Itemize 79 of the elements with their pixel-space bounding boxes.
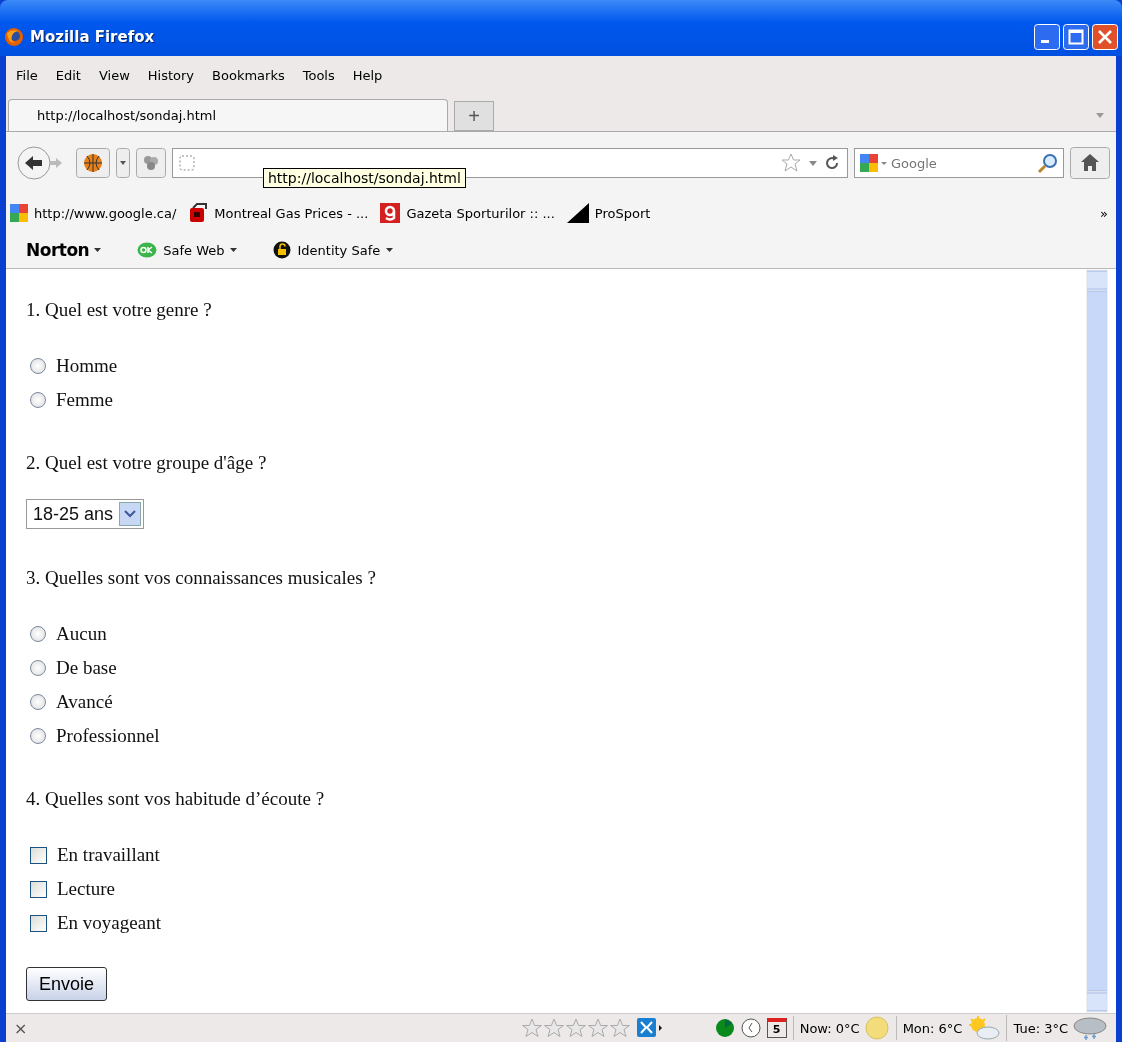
star-icon[interactable] (781, 152, 803, 174)
question-text: 2. Quel est votre groupe d'âge ? (26, 452, 268, 474)
bookmark-item[interactable]: http://www.google.ca/ (10, 204, 177, 222)
radio-button[interactable] (30, 694, 46, 710)
option-label: Homme (56, 355, 118, 377)
puzzle-button[interactable] (136, 148, 166, 178)
colored-squares-icon (10, 204, 28, 222)
clock-icon[interactable] (740, 1018, 761, 1038)
browser-tab[interactable]: http://localhost/sondaj.html (8, 99, 448, 131)
checkbox[interactable] (30, 880, 47, 898)
close-button[interactable] (1092, 24, 1118, 50)
menu-item[interactable]: Help (346, 67, 395, 83)
menu-item[interactable]: History (141, 67, 207, 83)
option-label: Professionnel (56, 725, 160, 747)
minimize-button[interactable] (1034, 24, 1060, 50)
menu-item[interactable]: File (10, 67, 50, 83)
search-bar[interactable]: Google (854, 148, 1064, 178)
checkbox[interactable] (30, 914, 47, 932)
search-icon[interactable] (1037, 152, 1059, 174)
toolbar-menu[interactable]: Safe Web (137, 242, 238, 258)
submit-button[interactable]: Envoie (26, 967, 108, 1001)
tab-list-icon[interactable] (1096, 113, 1104, 118)
url-tooltip: http://localhost/sondaj.html (263, 168, 466, 188)
option-label: Aucun (56, 623, 107, 645)
ok-badge-icon[interactable] (137, 242, 158, 258)
snow-cloud-icon (1072, 1015, 1108, 1041)
home-button[interactable] (1070, 147, 1110, 179)
window-title: Mozilla Firefox (30, 28, 155, 46)
addon-icon[interactable] (636, 1018, 663, 1038)
reload-icon[interactable] (823, 154, 841, 172)
calendar-icon[interactable]: 5 (766, 1018, 787, 1038)
dropdown-button[interactable] (116, 148, 130, 178)
radio-button[interactable] (30, 626, 46, 642)
bookmark-item[interactable]: ProSport (566, 203, 651, 223)
new-tab-button[interactable]: + (454, 101, 494, 131)
moon-icon (863, 1016, 890, 1040)
question-text: 1. Quel est votre genre ? (26, 299, 213, 321)
caret-icon[interactable] (230, 248, 238, 252)
menu-item[interactable]: View (92, 67, 142, 83)
radio-button[interactable] (30, 358, 46, 374)
checkbox[interactable] (30, 846, 47, 864)
gas-can-icon (188, 203, 209, 223)
firefox-logo-icon (4, 27, 24, 47)
radio-button[interactable] (30, 392, 46, 408)
letter-g-icon (380, 203, 401, 223)
weather-item[interactable]: Tue: 3°C (1006, 1015, 1108, 1041)
bookmark-item[interactable]: Montreal Gas Prices - ... (188, 203, 369, 223)
bookmark-item[interactable]: Gazeta Sporturilor :: ... (380, 203, 555, 223)
padlock-icon[interactable] (273, 241, 292, 259)
menu-item[interactable]: Edit (49, 67, 93, 83)
radio-button[interactable] (30, 660, 46, 676)
option-label: De base (56, 657, 117, 679)
toolbar-menu[interactable]: Identity Safe (273, 241, 394, 259)
scrollbar[interactable] (1086, 269, 1108, 1013)
option-label: En travaillant (57, 844, 160, 866)
close-findbar-button[interactable]: × (14, 1018, 28, 1038)
norton-menu[interactable]: Norton (26, 240, 102, 260)
rating-stars[interactable] (520, 1018, 631, 1038)
radio-button[interactable] (30, 728, 46, 744)
age-select[interactable]: 18-25 ans (26, 499, 145, 529)
menu-item[interactable]: Tools (296, 67, 347, 83)
menu-item[interactable]: Bookmarks (206, 67, 297, 83)
caret-icon[interactable] (94, 248, 102, 252)
weather-item[interactable]: Now: 0°C (792, 1016, 890, 1040)
option-label: Lecture (57, 878, 115, 900)
page-icon (179, 155, 195, 171)
question-text: 4. Quelles sont vos habitude d’écoute ? (26, 788, 326, 810)
question-text: 3. Quelles sont vos connaissances musicales ? (26, 567, 377, 589)
maximize-button[interactable] (1063, 24, 1089, 50)
basketball-button[interactable] (76, 148, 110, 178)
option-label: Femme (56, 389, 113, 411)
more-bookmarks-button[interactable]: » (1100, 205, 1108, 221)
option-label: Avancé (56, 691, 113, 713)
triangle-icon (566, 203, 589, 223)
search-engine-icon[interactable] (859, 153, 887, 173)
weather-item[interactable]: Mon: 6°C (895, 1016, 1001, 1040)
caret-icon[interactable] (386, 248, 394, 252)
globe-icon[interactable] (714, 1018, 735, 1038)
option-label: En voyageant (57, 912, 161, 934)
